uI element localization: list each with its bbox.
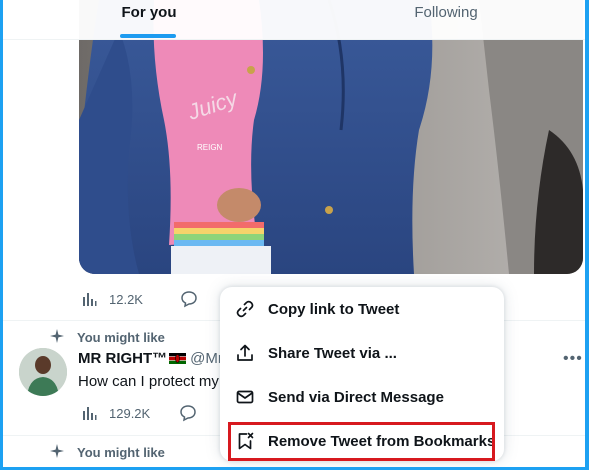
views-chart-icon (79, 289, 99, 309)
share-icon (235, 343, 255, 363)
link-icon (235, 299, 255, 319)
timeline-tabs: For you Following (3, 0, 585, 40)
twitter-timeline: For you Following Juicy REIGN 12.2K You … (3, 0, 585, 467)
tweet-media-image[interactable]: Juicy REIGN (79, 0, 583, 274)
more-options-icon[interactable]: ••• (563, 350, 583, 368)
active-tab-indicator (120, 34, 176, 38)
share-icon[interactable] (178, 403, 198, 423)
kenya-flag-icon (169, 351, 187, 364)
views-count: 129.2K (109, 405, 151, 421)
svg-text:REIGN: REIGN (197, 143, 223, 152)
tweet-actions: 129.2K (79, 403, 198, 423)
avatar[interactable] (19, 348, 67, 396)
views-chart-icon (79, 403, 99, 423)
tweet-actions: 12.2K (79, 289, 199, 309)
tweet-text: How can I protect my (78, 373, 219, 390)
menu-item-remove-bookmark[interactable]: Remove Tweet from Bookmarks (220, 419, 504, 463)
recommendation-label: You might like (49, 328, 165, 347)
sparkle-icon (49, 328, 65, 347)
menu-item-send-dm[interactable]: Send via Direct Message (220, 375, 504, 419)
tweet-author[interactable]: MR RIGHT™ @Mr (78, 350, 223, 367)
bookmark-remove-icon (235, 431, 255, 451)
media-photo: Juicy REIGN (79, 0, 583, 274)
recommendation-label: You might like (49, 443, 165, 462)
menu-item-share-via[interactable]: Share Tweet via ... (220, 331, 504, 375)
views-stat[interactable]: 12.2K (79, 289, 143, 309)
tweet-share-menu: Copy link to Tweet Share Tweet via ... S… (220, 287, 504, 461)
envelope-icon (235, 387, 255, 407)
views-count: 12.2K (109, 291, 143, 307)
tab-following[interactable]: Following (371, 0, 521, 40)
sparkle-icon (49, 443, 65, 462)
share-icon[interactable] (179, 289, 199, 309)
views-stat[interactable]: 129.2K (79, 403, 150, 423)
menu-item-copy-link[interactable]: Copy link to Tweet (220, 287, 504, 331)
